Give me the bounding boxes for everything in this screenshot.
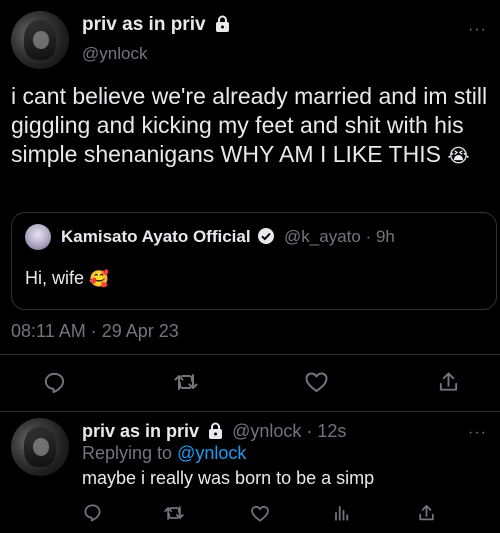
- retweet-icon[interactable]: [164, 503, 184, 523]
- lock-icon: [208, 422, 223, 444]
- reply-time: · 12s: [306, 421, 347, 441]
- divider: [0, 411, 500, 412]
- replying-to-label: Replying to: [82, 443, 173, 463]
- share-icon[interactable]: [437, 370, 460, 394]
- views-icon[interactable]: [333, 504, 351, 522]
- replying-to-link[interactable]: @ynlock: [177, 443, 246, 463]
- like-icon[interactable]: [304, 370, 329, 394]
- quoted-tweet-time: · 9h: [365, 227, 395, 246]
- verified-badge-icon: [257, 227, 275, 250]
- replying-to-line: Replying to @ynlock: [82, 443, 246, 464]
- more-icon[interactable]: ···: [468, 22, 487, 38]
- like-icon[interactable]: [250, 504, 270, 523]
- share-icon[interactable]: [417, 503, 436, 523]
- reply-header[interactable]: priv as in priv @ynlock · 12s: [82, 421, 346, 444]
- reply-icon[interactable]: [83, 503, 102, 522]
- retweet-icon[interactable]: [174, 370, 198, 394]
- reply-handle[interactable]: @ynlock: [232, 421, 301, 441]
- main-tweet-author[interactable]: priv as in priv: [82, 14, 230, 38]
- main-tweet-text: i cant believe we're already married and…: [11, 83, 488, 167]
- lock-icon: [215, 15, 230, 38]
- main-tweet-timestamp[interactable]: 08:11 AM · 29 Apr 23: [11, 321, 179, 342]
- quoted-tweet-text: Hi, wife: [25, 268, 85, 288]
- quoted-tweet-display-name[interactable]: Kamisato Ayato Official: [61, 227, 251, 246]
- quoted-tweet-text-block: Hi, wife 🥰: [25, 268, 109, 289]
- quoted-tweet-handle[interactable]: @k_ayato: [284, 227, 361, 246]
- main-tweet-handle[interactable]: @ynlock: [82, 44, 147, 64]
- main-tweet-text-block: i cant believe we're already married and…: [11, 82, 496, 171]
- reply-display-name[interactable]: priv as in priv: [82, 421, 199, 441]
- reply-avatar[interactable]: [11, 418, 69, 476]
- main-tweet-avatar[interactable]: [11, 11, 69, 69]
- quoted-tweet-avatar[interactable]: [25, 224, 51, 250]
- more-icon[interactable]: ···: [468, 425, 487, 441]
- quoted-tweet-author[interactable]: Kamisato Ayato Official @k_ayato · 9h: [61, 227, 395, 250]
- smiling-hearts-emoji: 🥰: [89, 271, 109, 288]
- loudly-crying-emoji: 😭: [447, 146, 470, 167]
- main-tweet-display-name[interactable]: priv as in priv: [82, 14, 206, 35]
- divider: [0, 354, 500, 355]
- reply-text: maybe i really was born to be a simp: [82, 468, 375, 488]
- reply-icon[interactable]: [43, 371, 66, 394]
